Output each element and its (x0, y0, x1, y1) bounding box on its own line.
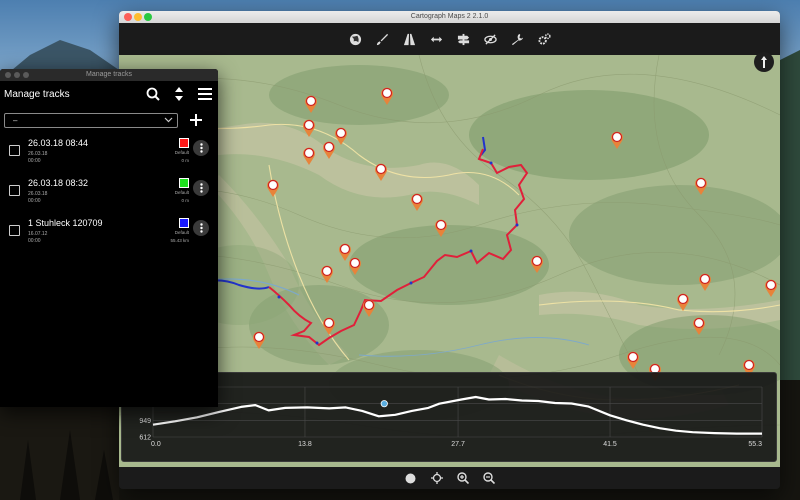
tracks-title-bar: Manage tracks (0, 69, 218, 81)
track-date: 26.03.18 (28, 151, 48, 157)
north-arrow-button[interactable] (754, 52, 774, 72)
track-name: 1 Stuhleck 120709 (28, 218, 103, 228)
track-row[interactable]: 26.03.18 08:44 26.03.18 00:00 Default 0 … (0, 134, 218, 174)
menu-icon[interactable] (198, 87, 212, 101)
north-arrow-icon (761, 56, 767, 68)
y-tick-label: 612 (139, 435, 151, 442)
track-options-button[interactable] (193, 140, 209, 156)
track-checkbox[interactable] (9, 145, 20, 156)
track-distance: 0 m (181, 158, 189, 163)
x-tick-label: 55.3 (748, 441, 762, 448)
locate-crosshair-icon[interactable] (430, 472, 443, 484)
track-time: 00:00 (28, 198, 41, 204)
elevation-line (152, 395, 762, 435)
close-window-button[interactable] (124, 13, 132, 21)
track-time: 00:00 (28, 158, 41, 164)
window-title: Cartograph Maps 2 2.1.0 (410, 13, 489, 20)
track-color-swatch[interactable] (179, 138, 189, 148)
track-row[interactable]: 1 Stuhleck 120709 16.07.12 00:00 Default… (0, 214, 218, 254)
more-vertical-icon (199, 143, 203, 153)
add-track-button[interactable] (189, 113, 203, 127)
sort-icon[interactable] (172, 87, 186, 101)
filter-row: – (0, 111, 218, 129)
track-filter-select[interactable]: – (4, 112, 178, 128)
track-options-button[interactable] (193, 220, 209, 236)
main-title-bar: Cartograph Maps 2 2.1.0 (119, 11, 780, 23)
y-tick-label: 949 (139, 418, 151, 425)
wrench-icon[interactable] (510, 32, 524, 46)
track-name: 26.03.18 08:44 (28, 138, 89, 148)
track-options-button[interactable] (193, 180, 209, 196)
tracks-header: Manage tracks (0, 81, 218, 107)
track-time: 00:00 (28, 238, 41, 244)
position-marker (380, 400, 388, 408)
tracks-heading: Manage tracks (4, 88, 70, 100)
chevron-down-icon (164, 117, 173, 122)
signpost-icon[interactable] (456, 32, 470, 46)
road-icon[interactable] (402, 32, 416, 46)
track-distance: 55.43 km (170, 238, 189, 243)
record-dot-icon[interactable] (405, 472, 417, 484)
tracks-window-title: Manage tracks (86, 71, 132, 78)
more-vertical-icon (199, 223, 203, 233)
minimize-window-button[interactable] (134, 13, 142, 21)
maximize-window-button[interactable] (144, 13, 152, 21)
zoom-out-icon[interactable] (482, 472, 495, 484)
bottom-toolbar (119, 467, 780, 489)
elevation-profile-panel[interactable]: 12869496120.013.827.741.555.3 (121, 372, 777, 462)
more-vertical-icon (199, 183, 203, 193)
tracks-minimize-button[interactable] (14, 72, 20, 78)
x-tick-label: 41.5 (603, 441, 617, 448)
filter-value: – (13, 115, 18, 125)
eye-slash-icon[interactable] (483, 32, 497, 46)
track-distance: 0 m (181, 198, 189, 203)
plus-icon (190, 114, 202, 126)
track-date: 16.07.12 (28, 231, 48, 237)
width-arrows-icon[interactable] (429, 32, 443, 46)
track-list: 26.03.18 08:44 26.03.18 00:00 Default 0 … (0, 134, 218, 254)
gears-icon[interactable] (537, 32, 551, 46)
track-name: 26.03.18 08:32 (28, 178, 89, 188)
elevation-chart[interactable]: 12869496120.013.827.741.555.3 (122, 373, 778, 463)
search-icon[interactable] (146, 87, 160, 101)
brush-icon[interactable] (375, 32, 389, 46)
main-toolbar (119, 23, 780, 55)
manage-tracks-window: Manage tracks Manage tracks – 26.03.18 0… (0, 69, 218, 407)
track-checkbox[interactable] (9, 225, 20, 236)
globe-icon[interactable] (348, 32, 362, 46)
tracks-maximize-button[interactable] (23, 72, 29, 78)
track-row[interactable]: 26.03.18 08:32 26.03.18 00:00 Default 0 … (0, 174, 218, 214)
track-style: Default (174, 150, 189, 155)
track-date: 26.03.18 (28, 191, 48, 197)
track-style: Default (174, 190, 189, 195)
tracks-close-button[interactable] (5, 72, 11, 78)
x-tick-label: 13.8 (298, 441, 312, 448)
track-checkbox[interactable] (9, 185, 20, 196)
zoom-in-icon[interactable] (456, 472, 469, 484)
track-color-swatch[interactable] (179, 218, 189, 228)
track-color-swatch[interactable] (179, 178, 189, 188)
track-style: Default (174, 230, 189, 235)
x-tick-label: 0.0 (151, 441, 161, 448)
x-tick-label: 27.7 (451, 441, 465, 448)
